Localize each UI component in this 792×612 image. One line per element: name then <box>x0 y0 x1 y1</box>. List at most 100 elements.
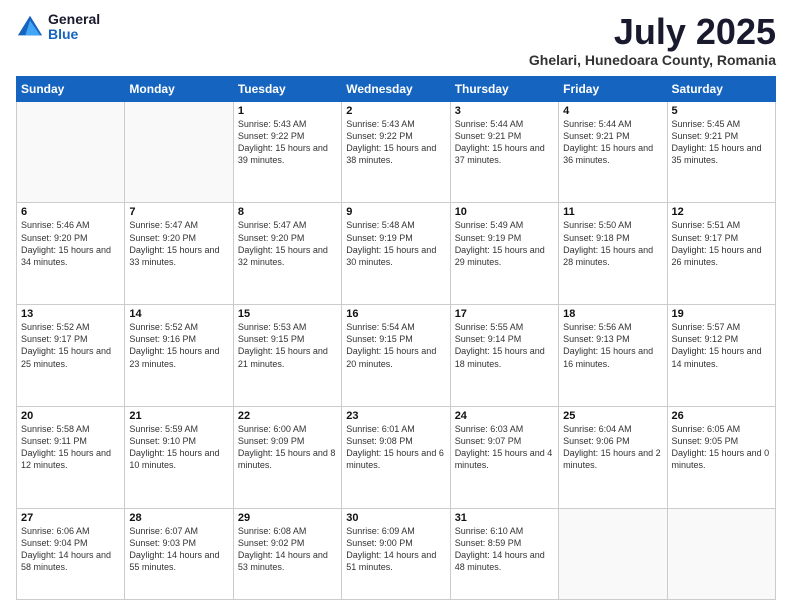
day-info: Sunrise: 6:07 AMSunset: 9:03 PMDaylight:… <box>129 525 228 574</box>
day-number: 2 <box>346 105 445 117</box>
day-number: 19 <box>672 308 771 320</box>
day-info: Sunrise: 6:08 AMSunset: 9:02 PMDaylight:… <box>238 525 337 574</box>
col-tuesday: Tuesday <box>233 76 341 101</box>
day-number: 17 <box>455 308 554 320</box>
day-number: 20 <box>21 410 120 422</box>
table-row: 14Sunrise: 5:52 AMSunset: 9:16 PMDayligh… <box>125 305 233 407</box>
page: General Blue July 2025 Ghelari, Hunedoar… <box>0 0 792 612</box>
subtitle: Ghelari, Hunedoara County, Romania <box>529 52 776 68</box>
table-row: 3Sunrise: 5:44 AMSunset: 9:21 PMDaylight… <box>450 101 558 203</box>
day-info: Sunrise: 5:48 AMSunset: 9:19 PMDaylight:… <box>346 219 445 268</box>
table-row: 24Sunrise: 6:03 AMSunset: 9:07 PMDayligh… <box>450 406 558 508</box>
day-number: 14 <box>129 308 228 320</box>
day-number: 28 <box>129 512 228 524</box>
day-info: Sunrise: 5:44 AMSunset: 9:21 PMDaylight:… <box>455 118 554 167</box>
calendar-table: Sunday Monday Tuesday Wednesday Thursday… <box>16 76 776 600</box>
day-number: 26 <box>672 410 771 422</box>
day-number: 15 <box>238 308 337 320</box>
table-row: 29Sunrise: 6:08 AMSunset: 9:02 PMDayligh… <box>233 508 341 599</box>
col-sunday: Sunday <box>17 76 125 101</box>
logo-icon <box>16 13 44 41</box>
table-row: 28Sunrise: 6:07 AMSunset: 9:03 PMDayligh… <box>125 508 233 599</box>
day-number: 18 <box>563 308 662 320</box>
day-info: Sunrise: 5:56 AMSunset: 9:13 PMDaylight:… <box>563 321 662 370</box>
table-row: 12Sunrise: 5:51 AMSunset: 9:17 PMDayligh… <box>667 203 775 305</box>
table-row: 30Sunrise: 6:09 AMSunset: 9:00 PMDayligh… <box>342 508 450 599</box>
day-info: Sunrise: 5:55 AMSunset: 9:14 PMDaylight:… <box>455 321 554 370</box>
col-thursday: Thursday <box>450 76 558 101</box>
table-row <box>17 101 125 203</box>
day-info: Sunrise: 5:57 AMSunset: 9:12 PMDaylight:… <box>672 321 771 370</box>
day-number: 5 <box>672 105 771 117</box>
col-wednesday: Wednesday <box>342 76 450 101</box>
table-row: 7Sunrise: 5:47 AMSunset: 9:20 PMDaylight… <box>125 203 233 305</box>
day-info: Sunrise: 5:49 AMSunset: 9:19 PMDaylight:… <box>455 219 554 268</box>
day-number: 9 <box>346 206 445 218</box>
col-friday: Friday <box>559 76 667 101</box>
day-info: Sunrise: 5:43 AMSunset: 9:22 PMDaylight:… <box>238 118 337 167</box>
day-number: 1 <box>238 105 337 117</box>
logo-text: General Blue <box>48 12 100 43</box>
day-number: 6 <box>21 206 120 218</box>
day-info: Sunrise: 6:05 AMSunset: 9:05 PMDaylight:… <box>672 423 771 472</box>
calendar-week-row: 1Sunrise: 5:43 AMSunset: 9:22 PMDaylight… <box>17 101 776 203</box>
day-number: 13 <box>21 308 120 320</box>
day-info: Sunrise: 5:47 AMSunset: 9:20 PMDaylight:… <box>238 219 337 268</box>
day-info: Sunrise: 5:47 AMSunset: 9:20 PMDaylight:… <box>129 219 228 268</box>
day-number: 11 <box>563 206 662 218</box>
day-info: Sunrise: 5:52 AMSunset: 9:16 PMDaylight:… <box>129 321 228 370</box>
day-info: Sunrise: 6:06 AMSunset: 9:04 PMDaylight:… <box>21 525 120 574</box>
table-row: 13Sunrise: 5:52 AMSunset: 9:17 PMDayligh… <box>17 305 125 407</box>
day-number: 3 <box>455 105 554 117</box>
table-row: 27Sunrise: 6:06 AMSunset: 9:04 PMDayligh… <box>17 508 125 599</box>
logo: General Blue <box>16 12 100 43</box>
header: General Blue July 2025 Ghelari, Hunedoar… <box>16 12 776 68</box>
table-row <box>559 508 667 599</box>
day-number: 23 <box>346 410 445 422</box>
day-number: 29 <box>238 512 337 524</box>
table-row: 10Sunrise: 5:49 AMSunset: 9:19 PMDayligh… <box>450 203 558 305</box>
table-row: 5Sunrise: 5:45 AMSunset: 9:21 PMDaylight… <box>667 101 775 203</box>
table-row: 18Sunrise: 5:56 AMSunset: 9:13 PMDayligh… <box>559 305 667 407</box>
day-info: Sunrise: 5:45 AMSunset: 9:21 PMDaylight:… <box>672 118 771 167</box>
logo-general-text: General <box>48 12 100 27</box>
day-number: 7 <box>129 206 228 218</box>
day-info: Sunrise: 6:04 AMSunset: 9:06 PMDaylight:… <box>563 423 662 472</box>
table-row: 4Sunrise: 5:44 AMSunset: 9:21 PMDaylight… <box>559 101 667 203</box>
day-info: Sunrise: 6:01 AMSunset: 9:08 PMDaylight:… <box>346 423 445 472</box>
day-info: Sunrise: 5:51 AMSunset: 9:17 PMDaylight:… <box>672 219 771 268</box>
title-block: July 2025 Ghelari, Hunedoara County, Rom… <box>529 12 776 68</box>
table-row: 9Sunrise: 5:48 AMSunset: 9:19 PMDaylight… <box>342 203 450 305</box>
table-row: 23Sunrise: 6:01 AMSunset: 9:08 PMDayligh… <box>342 406 450 508</box>
day-info: Sunrise: 5:54 AMSunset: 9:15 PMDaylight:… <box>346 321 445 370</box>
table-row: 17Sunrise: 5:55 AMSunset: 9:14 PMDayligh… <box>450 305 558 407</box>
table-row: 21Sunrise: 5:59 AMSunset: 9:10 PMDayligh… <box>125 406 233 508</box>
table-row: 26Sunrise: 6:05 AMSunset: 9:05 PMDayligh… <box>667 406 775 508</box>
table-row: 8Sunrise: 5:47 AMSunset: 9:20 PMDaylight… <box>233 203 341 305</box>
calendar-header-row: Sunday Monday Tuesday Wednesday Thursday… <box>17 76 776 101</box>
day-number: 21 <box>129 410 228 422</box>
day-info: Sunrise: 5:52 AMSunset: 9:17 PMDaylight:… <box>21 321 120 370</box>
calendar-week-row: 20Sunrise: 5:58 AMSunset: 9:11 PMDayligh… <box>17 406 776 508</box>
table-row: 22Sunrise: 6:00 AMSunset: 9:09 PMDayligh… <box>233 406 341 508</box>
day-info: Sunrise: 5:53 AMSunset: 9:15 PMDaylight:… <box>238 321 337 370</box>
table-row: 16Sunrise: 5:54 AMSunset: 9:15 PMDayligh… <box>342 305 450 407</box>
day-info: Sunrise: 5:44 AMSunset: 9:21 PMDaylight:… <box>563 118 662 167</box>
table-row: 2Sunrise: 5:43 AMSunset: 9:22 PMDaylight… <box>342 101 450 203</box>
table-row: 1Sunrise: 5:43 AMSunset: 9:22 PMDaylight… <box>233 101 341 203</box>
table-row: 19Sunrise: 5:57 AMSunset: 9:12 PMDayligh… <box>667 305 775 407</box>
calendar-week-row: 27Sunrise: 6:06 AMSunset: 9:04 PMDayligh… <box>17 508 776 599</box>
day-number: 12 <box>672 206 771 218</box>
table-row: 20Sunrise: 5:58 AMSunset: 9:11 PMDayligh… <box>17 406 125 508</box>
day-number: 27 <box>21 512 120 524</box>
logo-blue-text: Blue <box>48 27 100 42</box>
day-number: 25 <box>563 410 662 422</box>
day-info: Sunrise: 6:03 AMSunset: 9:07 PMDaylight:… <box>455 423 554 472</box>
table-row: 15Sunrise: 5:53 AMSunset: 9:15 PMDayligh… <box>233 305 341 407</box>
table-row: 11Sunrise: 5:50 AMSunset: 9:18 PMDayligh… <box>559 203 667 305</box>
table-row <box>667 508 775 599</box>
day-info: Sunrise: 5:59 AMSunset: 9:10 PMDaylight:… <box>129 423 228 472</box>
calendar-week-row: 6Sunrise: 5:46 AMSunset: 9:20 PMDaylight… <box>17 203 776 305</box>
table-row: 6Sunrise: 5:46 AMSunset: 9:20 PMDaylight… <box>17 203 125 305</box>
main-title: July 2025 <box>529 12 776 52</box>
